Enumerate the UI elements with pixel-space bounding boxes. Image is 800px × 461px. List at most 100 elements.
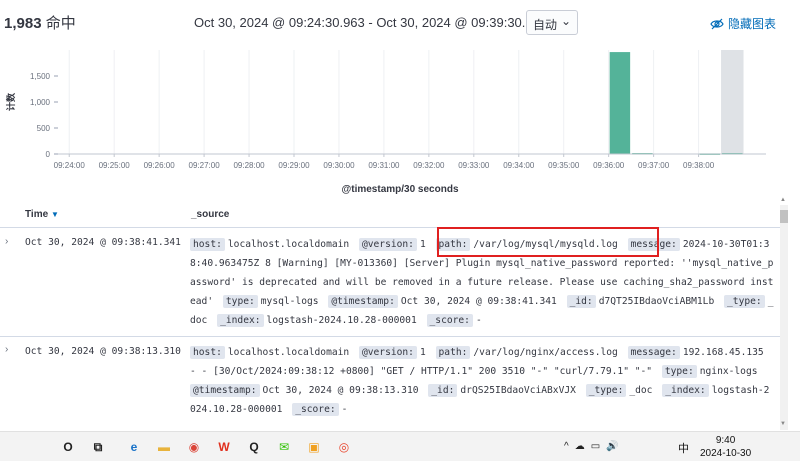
field-key: host: [190, 346, 225, 359]
x-axis-title: @timestamp/30 seconds [341, 184, 459, 195]
field-key: @timestamp: [328, 295, 398, 308]
x-tick-label: 09:37:00 [638, 161, 670, 170]
field-key: _type: [724, 295, 765, 308]
hide-chart-label: 隐藏图表 [728, 17, 777, 31]
row-source: host: localhost.localdomain @version: 1 pa… [190, 343, 775, 419]
sort-desc-icon[interactable]: ▼ [51, 210, 59, 219]
histogram-chart[interactable]: 计数 0 500 1,000 1,500 09:24:00 09:25:00 09:26:00… [0, 42, 800, 184]
hits-number: 1,983 [4, 15, 42, 32]
column-time-label: Time [25, 209, 49, 220]
field-value: - [341, 404, 348, 415]
system-tray[interactable]: ^ ☁ ▭ 🔊 [564, 441, 619, 452]
y-tick-label: 1,000 [30, 98, 51, 107]
x-tick-label: 09:26:00 [144, 161, 176, 170]
histogram-bar [609, 52, 631, 154]
y-axis-label: 计数 [5, 92, 16, 111]
x-tick-label: 09:35:00 [548, 161, 580, 170]
field-value: Oct 30, 2024 @ 09:38:13.310 [262, 385, 419, 396]
interval-select[interactable]: 自动 ⌄ [526, 10, 578, 35]
field-value: logstash-2024.10.28-000001 [266, 315, 417, 326]
scroll-down-arrow-icon[interactable]: ▼ [780, 421, 786, 427]
field-value: /var/log/nginx/access.log [473, 347, 618, 358]
taskbar: O ⧉ e ▬ ◉ W Q ✉ ▣ ◎ ^ ☁ ▭ 🔊 中 9:40 2024-10-30 [0, 431, 800, 461]
row-time: Oct 30, 2024 @ 09:38:41.341 [25, 237, 181, 248]
y-tick-label: 500 [37, 124, 51, 133]
y-tick-label: 1,500 [30, 72, 51, 81]
field-key: _id: [428, 384, 458, 397]
x-tick-label: 09:27:00 [189, 161, 221, 170]
annotation-highlight-box [437, 227, 659, 257]
column-header-time[interactable]: Time ▼ [25, 209, 59, 220]
tray-icon[interactable]: ☁ [575, 441, 585, 452]
interval-value: 自动 [533, 18, 558, 32]
field-key: _id: [566, 295, 596, 308]
field-value: d7QT25IBdaoVciABM1Lb [598, 296, 715, 307]
field-value: _doc [629, 385, 653, 396]
x-tick-label: 09:32:00 [413, 161, 445, 170]
hits-label: 命中 [45, 15, 76, 32]
wechat-icon[interactable]: ✉ [274, 437, 294, 457]
field-key: _score: [292, 403, 339, 416]
x-tick-label: 09:25:00 [99, 161, 131, 170]
field-value: nginx-logs [699, 366, 758, 377]
clock[interactable]: 9:40 2024-10-30 [700, 434, 751, 460]
hits-count: 1,983 命中 [4, 12, 76, 33]
scrollbar-track[interactable] [780, 205, 788, 430]
field-key: path: [435, 346, 471, 359]
field-key: @version: [358, 238, 417, 251]
field-value: mysql-logs [260, 296, 319, 307]
y-tick-label: 0 [46, 150, 51, 159]
field-key: host: [190, 238, 225, 251]
field-value: localhost.localdomain [227, 239, 350, 250]
x-tick-label: 09:30:00 [323, 161, 355, 170]
time-range: Oct 30, 2024 @ 09:24:30.963 - Oct 30, 20… [194, 15, 548, 30]
row-divider [0, 336, 780, 337]
hide-chart-button[interactable]: 隐藏图表 [710, 15, 776, 32]
cortana-icon[interactable]: O [58, 437, 78, 457]
x-tick-label: 09:33:00 [458, 161, 490, 170]
tray-icon[interactable]: ^ [564, 441, 569, 452]
field-key: type: [222, 295, 258, 308]
app-icon[interactable]: ▣ [304, 437, 324, 457]
eye-closed-icon [710, 18, 724, 29]
chrome-icon[interactable]: ◉ [184, 437, 204, 457]
tray-icon[interactable]: 🔊 [606, 441, 618, 452]
scrollbar-thumb[interactable] [780, 210, 788, 223]
row-time: Oct 30, 2024 @ 09:38:13.310 [25, 346, 181, 357]
field-value: 1 [419, 347, 426, 358]
tray-icon[interactable]: ▭ [591, 441, 600, 452]
chevron-down-icon: ⌄ [560, 14, 571, 28]
field-key: type: [661, 365, 697, 378]
field-key: _score: [426, 314, 473, 327]
wps-icon[interactable]: W [214, 437, 234, 457]
clock-time: 9:40 [715, 435, 736, 446]
pinned-app-icon[interactable]: ◎ [334, 437, 354, 457]
field-key: message: [627, 346, 680, 359]
field-key: _index: [662, 384, 709, 397]
scroll-up-arrow-icon[interactable]: ▲ [780, 197, 786, 203]
expand-row-icon[interactable]: › [5, 236, 8, 247]
x-tick-label: 09:34:00 [503, 161, 535, 170]
x-tick-label: 09:29:00 [278, 161, 310, 170]
task-view-icon[interactable]: ⧉ [88, 437, 108, 457]
field-key: @timestamp: [190, 384, 260, 397]
field-value: - [475, 315, 482, 326]
clock-date: 2024-10-30 [700, 448, 752, 459]
file-explorer-icon[interactable]: ▬ [154, 437, 174, 457]
edge-icon[interactable]: e [124, 437, 144, 457]
field-key: _index: [217, 314, 264, 327]
expand-row-icon[interactable]: › [5, 344, 8, 355]
x-tick-label: 09:36:00 [593, 161, 625, 170]
x-tick-label: 09:31:00 [368, 161, 400, 170]
field-value: drQS25IBdaoVciABxVJX [460, 385, 576, 396]
x-tick-label: 09:38:00 [683, 161, 715, 170]
x-tick-label: 09:24:00 [54, 161, 86, 170]
field-value: 1 [419, 239, 426, 250]
x-tick-label: 09:28:00 [233, 161, 265, 170]
field-value: Oct 30, 2024 @ 09:38:41.341 [400, 296, 557, 307]
field-value: localhost.localdomain [227, 347, 350, 358]
out-of-range-shade [721, 50, 744, 154]
input-language[interactable]: 中 [678, 440, 689, 456]
qq-icon[interactable]: Q [244, 437, 264, 457]
table-header-divider [0, 227, 780, 228]
